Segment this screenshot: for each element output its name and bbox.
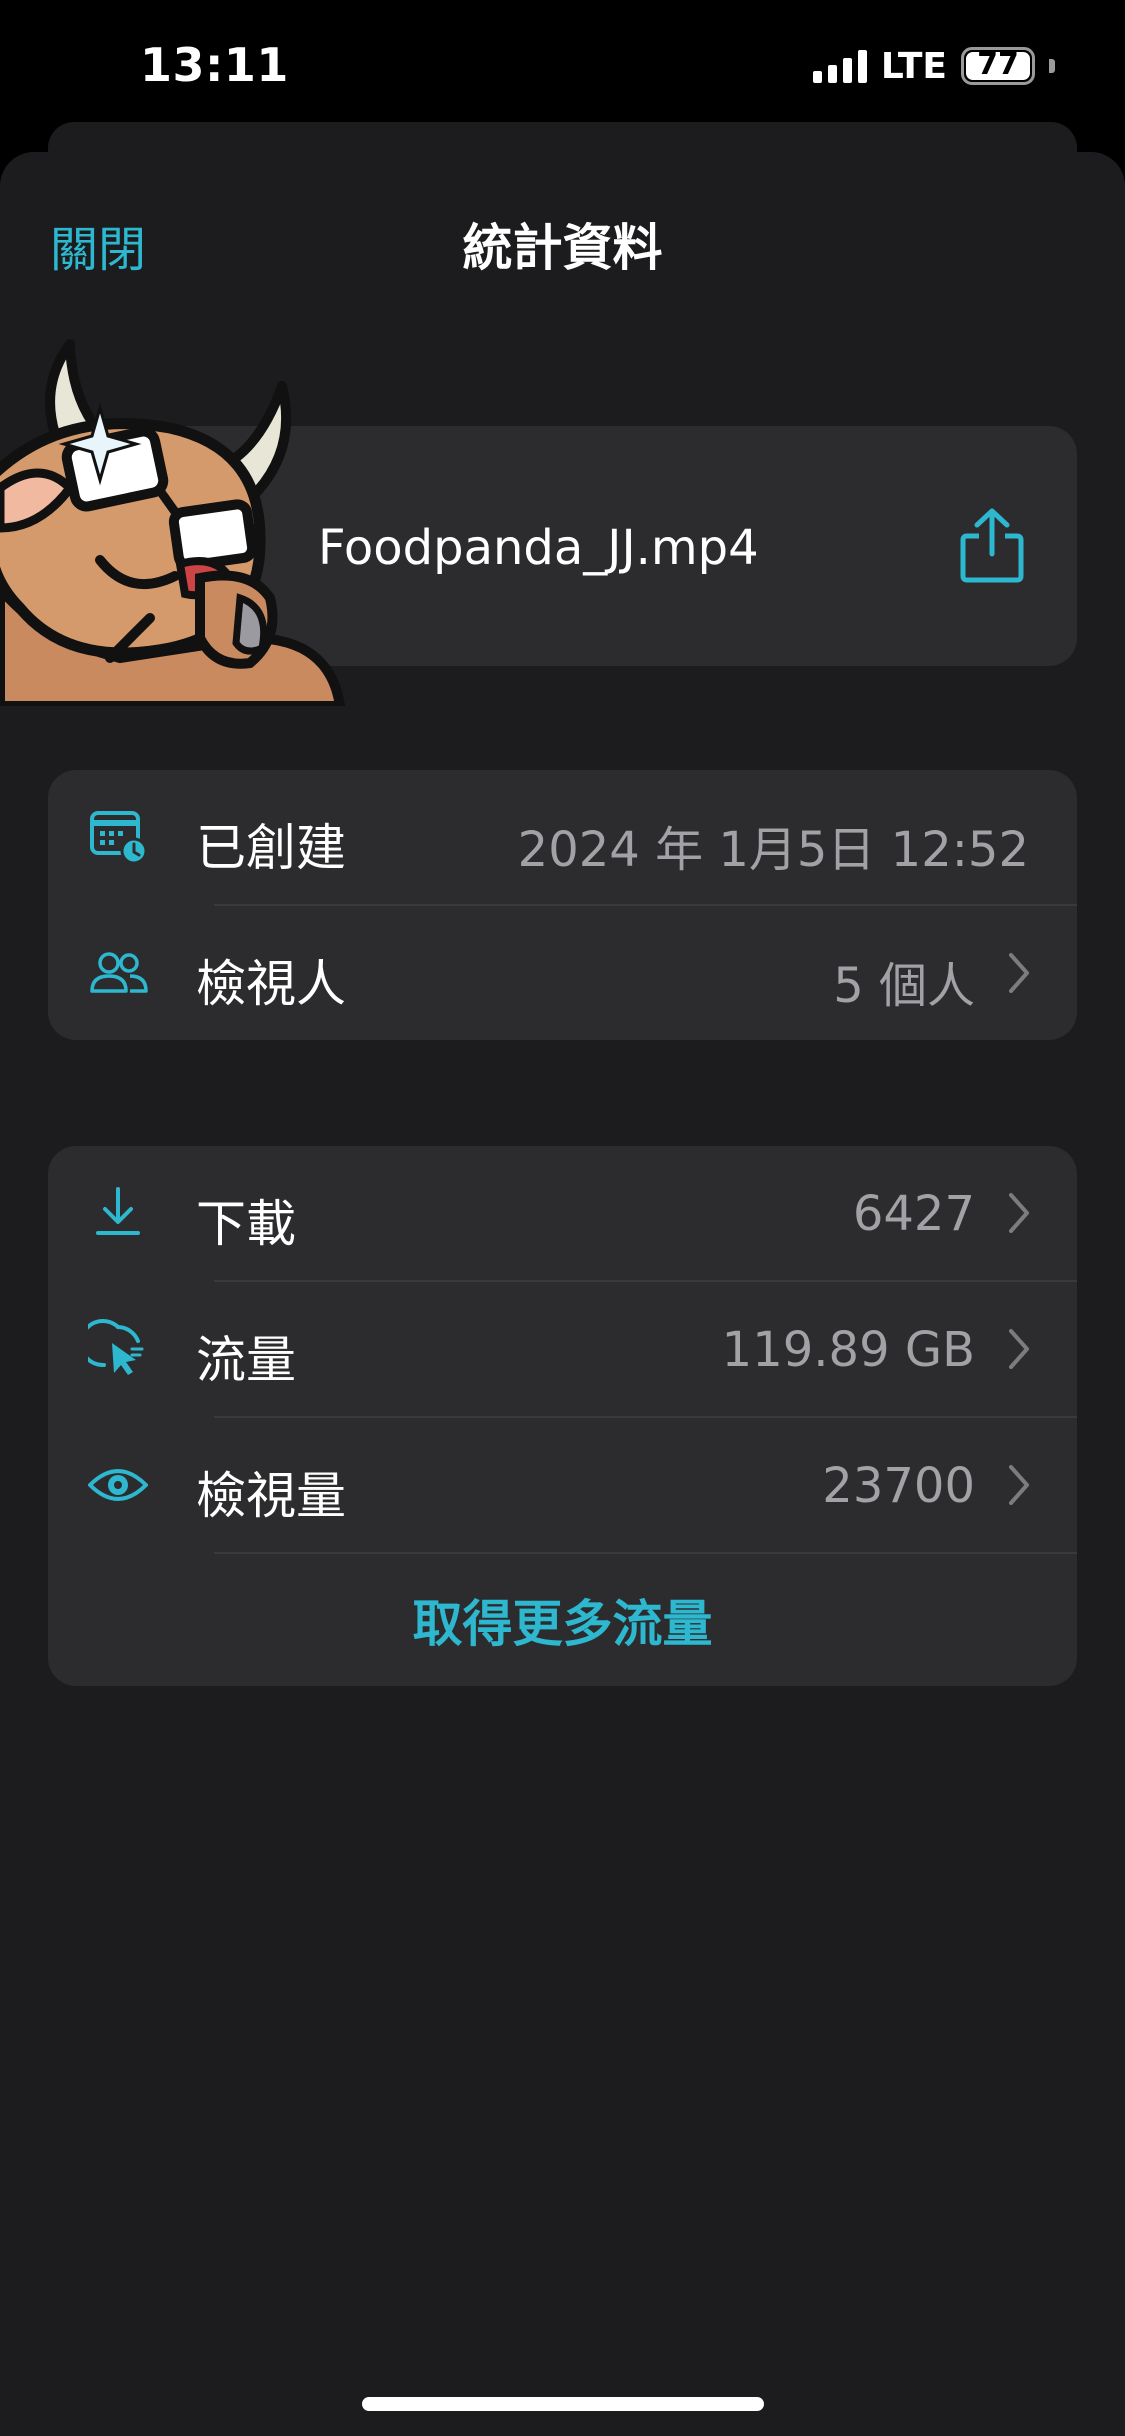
file-name: Foodpanda_JJ.mp4 — [318, 520, 759, 576]
created-row: 已創建 2024 年 1月5日 12:52 — [48, 770, 1077, 904]
page-title: 統計資料 — [462, 219, 663, 277]
divider — [214, 1552, 1077, 1554]
downloads-label: 下載 — [196, 1195, 296, 1253]
battery-cap — [1049, 59, 1055, 73]
eye-icon — [88, 1469, 148, 1501]
views-row[interactable]: 檢視量 23700 — [48, 1418, 1077, 1552]
get-more-traffic-button[interactable]: 取得更多流量 — [48, 1584, 1077, 1656]
battery-level: 77 — [977, 47, 1019, 82]
status-bar: 13:11 LTE 77 — [0, 0, 1125, 140]
chevron-right-icon — [1009, 1193, 1029, 1233]
chevron-right-icon — [1009, 1329, 1029, 1369]
views-label: 檢視量 — [196, 1467, 346, 1525]
created-value: 2024 年 1月5日 12:52 — [517, 822, 1029, 878]
views-value: 23700 — [822, 1458, 975, 1514]
status-time: 13:11 — [140, 38, 289, 92]
battery-icon: 77 — [961, 47, 1035, 85]
traffic-row[interactable]: 流量 119.89 GB — [48, 1282, 1077, 1416]
created-label: 已創建 — [196, 819, 346, 877]
downloads-value: 6427 — [852, 1186, 975, 1242]
viewers-row[interactable]: 檢視人 5 個人 — [48, 906, 1077, 1040]
calendar-clock-icon — [90, 811, 148, 865]
status-indicators: LTE 77 — [812, 45, 1055, 87]
signal-bars-icon — [812, 49, 867, 83]
info-card: 已創建 2024 年 1月5日 12:52 檢視人 5 個人 — [48, 770, 1077, 1040]
viewers-label: 檢視人 — [196, 955, 346, 1013]
download-icon — [96, 1187, 140, 1235]
home-indicator[interactable] — [362, 2397, 764, 2411]
traffic-value: 119.89 GB — [721, 1322, 975, 1378]
downloads-row[interactable]: 下載 6427 — [48, 1146, 1077, 1280]
traffic-label: 流量 — [196, 1331, 296, 1389]
bull-with-glasses-sticker — [0, 339, 346, 706]
people-icon — [90, 952, 148, 993]
cursor-click-icon — [88, 1319, 144, 1375]
share-icon[interactable] — [957, 508, 1027, 584]
network-type: LTE — [880, 45, 947, 87]
chevron-right-icon — [1009, 953, 1029, 993]
chevron-right-icon — [1009, 1465, 1029, 1505]
viewers-value: 5 個人 — [833, 958, 975, 1014]
stats-card: 下載 6427 流量 119.89 GB 檢視量 23700 取得更多流量 — [48, 1146, 1077, 1686]
